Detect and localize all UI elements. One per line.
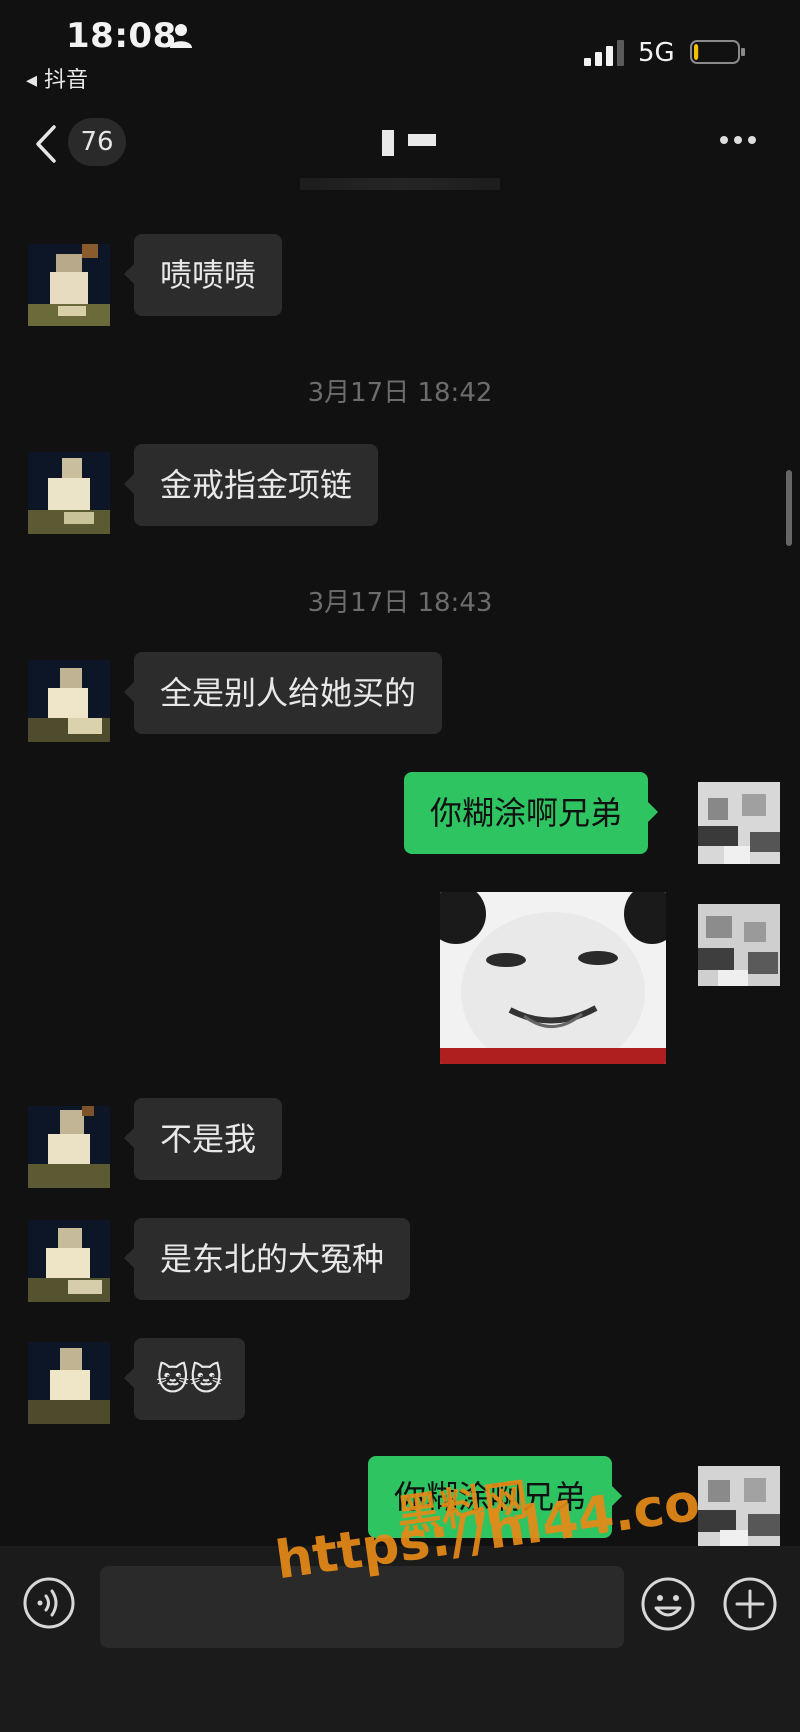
my-avatar[interactable]	[698, 1466, 780, 1548]
partial-timestamp	[300, 178, 500, 190]
status-bar: 18:08 ◂ 抖音 5G	[0, 0, 800, 100]
contact-avatar[interactable]	[28, 452, 110, 534]
network-type: 5G	[638, 38, 675, 68]
message-list[interactable]: 啧啧啧 3月17日 18:42 金戒指金项链 3月17日 18:43 全是别人给…	[0, 190, 800, 1548]
contact-avatar[interactable]	[28, 660, 110, 742]
emoji-icon[interactable]	[640, 1576, 696, 1632]
signal-icon	[584, 40, 624, 66]
message-timestamp: 3月17日 18:42	[307, 378, 493, 408]
my-avatar[interactable]	[698, 904, 780, 986]
battery-icon	[690, 40, 745, 64]
plus-icon[interactable]	[722, 1576, 778, 1632]
panda-face-icon	[440, 892, 666, 1064]
contact-avatar[interactable]	[28, 1106, 110, 1188]
contact-avatar[interactable]	[28, 1220, 110, 1302]
chat-title-redacted	[382, 130, 436, 156]
cat-emoji: 🐱🐱	[156, 1360, 223, 1398]
chevron-left-icon[interactable]	[32, 124, 58, 164]
message-bubble-incoming[interactable]: 🐱🐱	[124, 1338, 245, 1420]
panda-face-sticker[interactable]	[440, 892, 666, 1064]
back-to-app-link[interactable]: ◂ 抖音	[26, 62, 88, 94]
message-bubble-outgoing[interactable]: 你糊涂啊兄弟	[404, 772, 659, 854]
message-bubble-incoming[interactable]: 不是我	[123, 1098, 283, 1180]
voice-icon[interactable]	[22, 1576, 76, 1630]
scrollbar[interactable]	[786, 470, 792, 546]
more-dots-icon[interactable]	[720, 128, 764, 156]
message-bubble-incoming[interactable]: 金戒指金项链	[123, 444, 379, 526]
status-time: 18:08	[66, 16, 177, 56]
message-bubble-incoming[interactable]: 啧啧啧	[123, 234, 283, 316]
unread-count-badge[interactable]: 76	[68, 118, 126, 166]
message-bubble-incoming[interactable]: 全是别人给她买的	[123, 652, 443, 734]
my-avatar[interactable]	[698, 782, 780, 864]
person-icon	[170, 24, 192, 48]
contact-avatar[interactable]	[28, 244, 110, 326]
contact-avatar[interactable]	[28, 1342, 110, 1424]
message-bubble-incoming[interactable]: 是东北的大冤种	[123, 1218, 411, 1300]
message-timestamp: 3月17日 18:43	[307, 588, 493, 618]
